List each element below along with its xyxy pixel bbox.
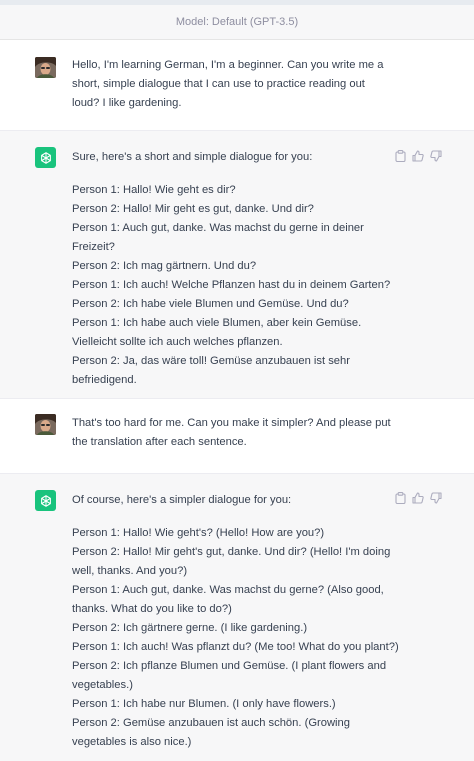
text-line: befriedigend. [72, 374, 137, 386]
user-message: That's too hard for me. Can you make it … [0, 399, 474, 473]
text-line: Person 1: Ich auch! Welche Pflanzen hast… [72, 279, 391, 291]
text-line: Person 2: Ja, das wäre toll! Gemüse anzu… [72, 355, 350, 367]
thumbs-down-icon[interactable] [430, 492, 442, 504]
text-line: Person 1: Hallo! Wie geht's? (Hello! How… [72, 527, 325, 539]
model-label: Model: Default (GPT-3.5) [175, 16, 299, 28]
text-line: well, thanks. And you?) [72, 565, 188, 577]
openai-logo-icon [35, 147, 56, 168]
text-line: Person 2: Hallo! Mir geht es gut, danke.… [72, 203, 314, 215]
assistant-message-text: Of course, here's a simpler dialogue for… [72, 491, 399, 752]
text-line: Person 2: Ich mag gärtnern. Und du? [72, 260, 257, 272]
text-line: That's too hard for me. Can you make it … [72, 417, 391, 429]
openai-logo-icon [35, 490, 56, 511]
message-actions [394, 492, 442, 504]
model-bar: Model: Default (GPT-3.5) [0, 5, 474, 40]
text-line: Person 2: Hallo! Mir geht's gut, danke. … [72, 546, 391, 558]
thumbs-down-icon[interactable] [430, 150, 442, 162]
assistant-message: Sure, here's a short and simple dialogue… [0, 130, 474, 399]
text-line: Person 2: Gemüse anzubauen ist auch schö… [72, 717, 350, 729]
user-avatar [35, 414, 56, 435]
message-actions [394, 150, 442, 162]
text-line: loud? I like gardening. [72, 97, 182, 109]
text-line: vegetables.) [72, 679, 133, 691]
text-line: vegetables is also nice.) [72, 736, 192, 748]
clipboard-icon[interactable] [394, 492, 406, 504]
text-line: Person 1: Ich auch! Was pflanzt du? (Me … [72, 641, 399, 653]
text-line: Freizeit? [72, 241, 115, 253]
text-line: Person 1: Ich habe auch viele Blumen, ab… [72, 317, 362, 329]
clipboard-icon[interactable] [394, 150, 406, 162]
text-line: Person 1: Auch gut, danke. Was machst du… [72, 222, 364, 234]
thumbs-up-icon[interactable] [412, 150, 424, 162]
text-line: Person 2: Ich habe viele Blumen und Gemü… [72, 298, 349, 310]
text-line: Person 2: Ich pflanze Blumen und Gemüse.… [72, 660, 387, 672]
thumbs-up-icon[interactable] [412, 492, 424, 504]
text-line: Person 1: Hallo! Wie geht es dir? [72, 184, 236, 196]
text-line: Vielleicht sollte ich auch welches pflan… [72, 336, 283, 348]
intro-line: Of course, here's a simpler dialogue for… [72, 494, 292, 506]
text-line: Person 1: Ich habe nur Blumen. (I only h… [72, 698, 336, 710]
text-line: Hello, I'm learning German, I'm a beginn… [72, 59, 384, 71]
user-message: Hello, I'm learning German, I'm a beginn… [0, 41, 474, 130]
user-message-text: Hello, I'm learning German, I'm a beginn… [72, 56, 394, 113]
assistant-message: Of course, here's a simpler dialogue for… [0, 473, 474, 761]
assistant-message-text: Sure, here's a short and simple dialogue… [72, 148, 394, 390]
text-line: thanks. What do you like to do?) [72, 603, 232, 615]
user-message-text: That's too hard for me. Can you make it … [72, 414, 394, 452]
text-line: Person 1: Auch gut, danke. Was machst du… [72, 584, 384, 596]
text-line: the translation after each sentence. [72, 436, 247, 448]
intro-line: Sure, here's a short and simple dialogue… [72, 151, 313, 163]
text-line: short, simple dialogue that I can use to… [72, 78, 365, 90]
text-line: Person 2: Ich gärtnere gerne. (I like ga… [72, 622, 308, 634]
user-avatar [35, 57, 56, 78]
